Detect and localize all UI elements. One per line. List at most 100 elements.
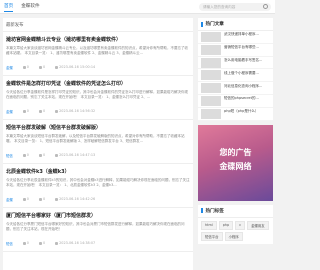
post-excerpt: 今天给各位分享厦门短信平台哪家好的知识，其中也会对厦门市短信群发进行解释，如果能… (6, 222, 185, 232)
article-thumbnail[interactable] (201, 95, 221, 106)
post-excerpt: 本篇文章给大家谈谈潍坊官网金蝶精斗云专业，以及潍坊哪里有卖金蝶软件的知识点，希望… (6, 46, 188, 56)
clock-icon (55, 109, 59, 113)
post-views: 0 (22, 153, 29, 158)
hot-articles-box: 热门文章 武汉快递排单小程序... 营销短信平台有哪些... 怎么用电脑看手写签… (198, 18, 273, 121)
post-comments: 0 (38, 65, 45, 70)
sidebar-article[interactable]: 营销短信平台有哪些... (198, 44, 273, 57)
article-thumbnail[interactable] (201, 83, 221, 94)
tag-cloud: html php c 金蝶用友 短信平台 小程序 (198, 218, 273, 244)
nav-item-kingdee[interactable]: 金蝶软件 (21, 3, 39, 12)
clock-icon (55, 153, 59, 157)
article-title[interactable]: 营销短信平台有哪些... (224, 45, 259, 54)
tag-link[interactable]: 短信平台 (201, 231, 223, 241)
sidebar-article[interactable]: 武汉快递排单小程序... (198, 31, 273, 44)
eye-icon (22, 241, 26, 245)
sidebar-article[interactable]: 河北信息化查询小程序... (198, 82, 273, 95)
search-icon[interactable] (263, 4, 268, 9)
post-comments: 0 (38, 109, 45, 114)
post-excerpt: 本篇文章给大家谈谈短信平台群发破解，以及短信平台群发破解版的知识点，希望对你有所… (6, 134, 185, 144)
eye-icon (22, 65, 26, 69)
post-title[interactable]: 潍坊官网金蝶精斗云专业（潍坊哪里有卖金蝶软件） (6, 36, 190, 43)
comment-icon (38, 241, 42, 245)
post-item: 厦门短信平台哪家好（厦门市短信群发） 今天给各位分享厦门短信平台哪家好的知识，其… (3, 208, 193, 252)
title-accent-bar (201, 208, 203, 214)
sidebar-article[interactable]: php短（php是什么） (198, 108, 273, 121)
post-views: 0 (22, 241, 29, 246)
hot-articles-title: 热门文章 (198, 18, 273, 31)
article-thumbnail[interactable] (201, 31, 221, 42)
eye-icon (22, 153, 26, 157)
post-tag[interactable]: 短信 (6, 153, 13, 158)
article-title[interactable]: 线上做个小程序需要... (224, 71, 259, 80)
eye-icon (22, 109, 26, 113)
post-title[interactable]: 金蝶软件是怎样打印凭证（金蝶软件的凭证怎么打印） (6, 80, 190, 87)
comment-icon (38, 197, 42, 201)
post-title[interactable]: 短信平台群发破解（短信平台群发破解版） (6, 124, 190, 131)
tag-link[interactable]: 金蝶用友 (247, 220, 269, 230)
post-excerpt: 今天给各位分享北辰金蝶软件k3的知识，其中也会对金蝶k3进行解释，如果能碰巧解决… (6, 178, 190, 188)
post-views: 0 (22, 65, 29, 70)
article-thumbnail[interactable] (201, 70, 221, 81)
post-tag[interactable]: 金蝶 (6, 197, 13, 202)
post-date: 2023-06-16 14:47:13 (55, 153, 95, 158)
article-thumbnail[interactable] (201, 57, 221, 68)
post-meta: 短信 0 0 2023-06-16 14:47:13 (6, 153, 190, 158)
post-comments: 0 (38, 153, 45, 158)
post-tag[interactable]: 金蝶 (6, 65, 13, 70)
post-title[interactable]: 北辰金蝶软件k3（金蝶k3） (6, 168, 190, 175)
article-title[interactable]: 河北信息化查询小程序... (224, 84, 262, 93)
post-meta: 金蝶 0 0 2023-06-16 15:00:14 (6, 65, 190, 70)
article-thumbnail[interactable] (201, 108, 221, 119)
comment-icon (38, 153, 42, 157)
hot-tags-box: 热门标签 html php c 金蝶用友 短信平台 小程序 (198, 204, 273, 244)
article-title[interactable]: 短信的phpsecret的... (224, 96, 259, 105)
search-input[interactable]: 请输入您的查询内容 (199, 3, 271, 11)
post-comments: 0 (38, 197, 45, 202)
post-item: 潍坊官网金蝶精斗云专业（潍坊哪里有卖金蝶软件） 本篇文章给大家谈谈潍坊官网金蝶精… (3, 32, 193, 76)
eye-icon (22, 197, 26, 201)
clock-icon (55, 241, 59, 245)
post-date: 2023-06-16 14:42:26 (55, 197, 95, 202)
main-nav: 首页 金蝶软件 (4, 3, 40, 12)
ad-subline: 金碟网络 (219, 161, 252, 171)
breadcrumb: 最新发布 (3, 18, 193, 32)
sidebar-article[interactable]: 怎么用电脑看手写签名... (198, 57, 273, 70)
post-excerpt: 今天给各位分享金蝶软件是怎样打印凭证的知识，其中也会对金蝶软件的凭证怎么打印进行… (6, 90, 188, 100)
post-tag[interactable]: 金蝶 (6, 109, 13, 114)
post-item: 金蝶软件是怎样打印凭证（金蝶软件的凭证怎么打印） 今天给各位分享金蝶软件是怎样打… (3, 76, 193, 120)
nav-item-home[interactable]: 首页 (4, 3, 14, 12)
sidebar-article[interactable]: 短信的phpsecret的... (198, 95, 273, 108)
tag-link[interactable]: c (235, 220, 246, 230)
title-accent-bar (201, 21, 203, 27)
post-item: 短信平台群发破解（短信平台群发破解版） 本篇文章给大家谈谈短信平台群发破解，以及… (3, 120, 193, 164)
post-tag[interactable]: 短信 (6, 241, 13, 246)
ad-banner[interactable]: 您的广告 金碟网络 (198, 124, 273, 201)
comment-icon (38, 109, 42, 113)
tag-link[interactable]: php (218, 220, 234, 230)
article-thumbnail[interactable] (201, 44, 221, 55)
tag-link[interactable]: 小程序 (224, 231, 243, 241)
article-title[interactable]: 武汉快递排单小程序... (224, 32, 259, 41)
clock-icon (55, 65, 59, 69)
top-navigation-bar: 首页 金蝶软件 请输入您的查询内容 (0, 0, 275, 14)
post-item: 北辰金蝶软件k3（金蝶k3） 今天给各位分享北辰金蝶软件k3的知识，其中也会对金… (3, 164, 193, 208)
post-date: 2023-06-16 14:56:32 (55, 109, 95, 114)
article-title[interactable]: php短（php是什么） (224, 109, 258, 118)
tag-link[interactable]: html (201, 220, 217, 230)
post-views: 0 (22, 197, 29, 202)
article-title[interactable]: 怎么用电脑看手写签名... (224, 58, 262, 67)
sidebar-article[interactable]: 线上做个小程序需要... (198, 69, 273, 83)
post-date: 2023-06-16 15:00:14 (55, 65, 95, 70)
ad-headline: 您的广告 (219, 147, 252, 157)
sidebar: 热门文章 武汉快递排单小程序... 营销短信平台有哪些... 怎么用电脑看手写签… (198, 18, 273, 248)
post-views: 0 (22, 109, 29, 114)
post-comments: 0 (38, 241, 45, 246)
post-title[interactable]: 厦门短信平台哪家好（厦门市短信群发） (6, 212, 190, 219)
clock-icon (55, 197, 59, 201)
post-meta: 短信 0 0 2023-06-16 14:38:07 (6, 241, 190, 246)
post-meta: 金蝶 0 0 2023-06-16 14:56:32 (6, 109, 190, 114)
post-date: 2023-06-16 14:38:07 (55, 241, 95, 246)
comment-icon (38, 65, 42, 69)
post-list: 最新发布 潍坊官网金蝶精斗云专业（潍坊哪里有卖金蝶软件） 本篇文章给大家谈谈潍坊… (3, 18, 193, 270)
hot-tags-title: 热门标签 (198, 205, 273, 218)
